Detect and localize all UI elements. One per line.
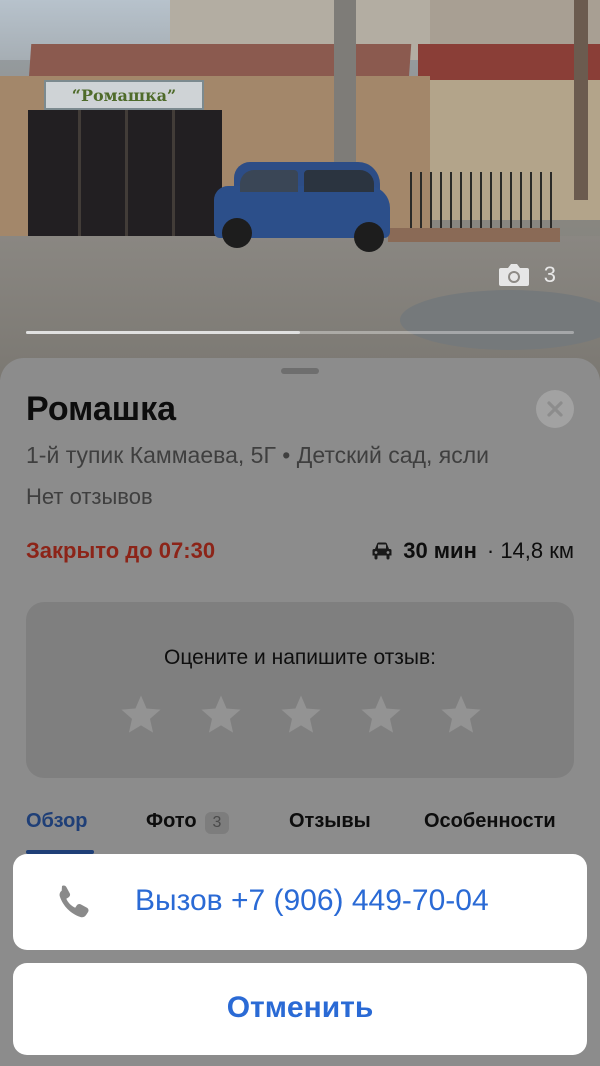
camera-icon (498, 264, 529, 286)
photo-car-wheel (354, 222, 384, 252)
rating-star-5-icon[interactable] (438, 692, 484, 738)
rating-box: Оцените и напишите отзыв: (26, 602, 574, 778)
photo-counter[interactable]: 3 (498, 262, 556, 288)
gate-bar (125, 110, 128, 250)
drag-handle[interactable] (281, 368, 319, 374)
gallery-progress (26, 331, 574, 334)
close-button[interactable] (536, 390, 574, 428)
gate-bar (172, 110, 175, 250)
photo-pole (574, 0, 588, 200)
gallery-progress-fill (26, 331, 300, 334)
photo-car-window (304, 170, 374, 192)
place-card: Ромашка 1-й тупик Каммаева, 5Г • Детский… (0, 358, 600, 1066)
car-icon (372, 542, 392, 560)
travel-time: 30 мин (403, 538, 477, 563)
tab-label: Обзор (26, 810, 88, 832)
place-title: Ромашка (26, 390, 177, 428)
tab-overview[interactable]: Обзор (26, 810, 88, 833)
rating-stars (118, 692, 484, 738)
photo-roof (418, 44, 600, 80)
tab-photos[interactable]: Фото 3 (146, 810, 230, 834)
call-label: Вызов +7 (906) 449-70-04 (135, 884, 489, 917)
rating-star-3-icon[interactable] (278, 692, 324, 738)
travel-distance: · 14,8 км (486, 538, 574, 563)
call-button[interactable]: Вызов +7 (906) 449-70-04 (13, 854, 587, 950)
tab-label: Фото (146, 810, 197, 832)
working-status: Закрыто до 07:30 (26, 538, 216, 563)
place-address-category: 1-й тупик Каммаева, 5Г • Детский сад, яс… (26, 442, 489, 468)
photo-sign: “Ромашка” (44, 80, 204, 110)
rating-star-4-icon[interactable] (358, 692, 404, 738)
photo-count: 3 (543, 262, 556, 287)
tab-photos-count-badge: 3 (204, 812, 230, 834)
tab-features[interactable]: Особенности (424, 810, 556, 833)
sign-text: “Ромашка” (71, 86, 177, 105)
photo-car-window (240, 170, 298, 192)
rating-prompt: Оцените и напишите отзыв: (164, 646, 436, 669)
rating-star-2-icon[interactable] (198, 692, 244, 738)
phone-icon (59, 885, 89, 918)
route-info[interactable]: 30 мин · 14,8 км (371, 538, 574, 564)
cancel-button[interactable]: Отменить (13, 963, 587, 1055)
place-photo[interactable]: “Ромашка” 3 (0, 0, 600, 380)
photo-fence-base (388, 228, 560, 242)
photo-fence (410, 172, 560, 232)
cancel-label: Отменить (226, 991, 374, 1024)
tab-label: Отзывы (289, 810, 371, 832)
tab-label: Особенности (424, 810, 556, 832)
rating-star-1-icon[interactable] (118, 692, 164, 738)
photo-car-wheel (222, 218, 252, 248)
close-icon (547, 401, 563, 417)
tab-reviews[interactable]: Отзывы (289, 810, 371, 833)
gate-bar (78, 110, 81, 250)
reviews-summary[interactable]: Нет отзывов (26, 484, 153, 510)
